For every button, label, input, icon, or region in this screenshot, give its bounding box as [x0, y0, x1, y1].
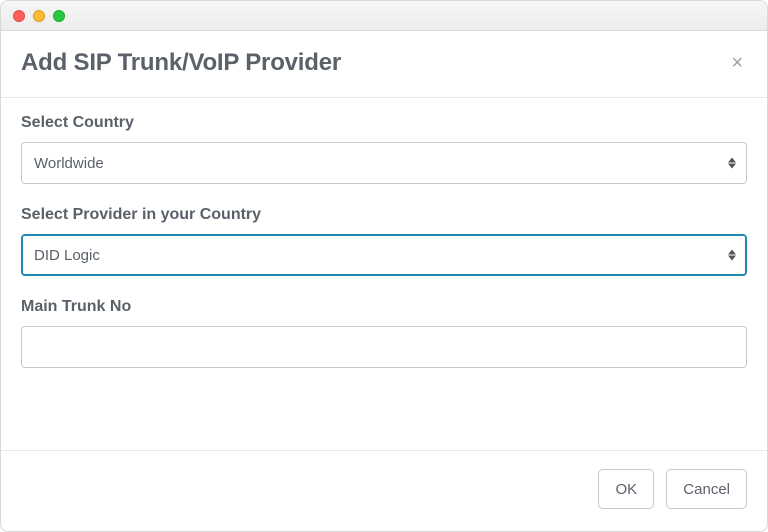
dialog-body: Select Country Worldwide Select Provider…: [1, 98, 767, 450]
window-close-dot[interactable]: [13, 10, 25, 22]
field-country: Select Country Worldwide: [21, 114, 747, 184]
window-minimize-dot[interactable]: [33, 10, 45, 22]
provider-label: Select Provider in your Country: [21, 206, 747, 224]
country-select-value: Worldwide: [34, 155, 104, 172]
field-provider: Select Provider in your Country DID Logi…: [21, 206, 747, 276]
traffic-lights: [13, 10, 65, 22]
cancel-button[interactable]: Cancel: [666, 469, 747, 509]
dialog-footer: OK Cancel: [1, 450, 767, 531]
close-icon[interactable]: ×: [727, 49, 747, 77]
field-trunkno: Main Trunk No: [21, 298, 747, 368]
provider-select-value: DID Logic: [34, 247, 100, 264]
chevron-updown-icon: [728, 250, 736, 261]
country-select[interactable]: Worldwide: [21, 142, 747, 184]
chevron-updown-icon: [728, 158, 736, 169]
dialog-title: Add SIP Trunk/VoIP Provider: [21, 49, 341, 77]
dialog-header: Add SIP Trunk/VoIP Provider ×: [1, 31, 767, 98]
country-label: Select Country: [21, 114, 747, 132]
dialog-window: Add SIP Trunk/VoIP Provider × Select Cou…: [0, 0, 768, 532]
ok-button[interactable]: OK: [598, 469, 654, 509]
provider-select[interactable]: DID Logic: [21, 234, 747, 276]
window-zoom-dot[interactable]: [53, 10, 65, 22]
trunkno-input[interactable]: [21, 326, 747, 368]
window-titlebar: [1, 1, 767, 31]
trunkno-label: Main Trunk No: [21, 298, 747, 316]
